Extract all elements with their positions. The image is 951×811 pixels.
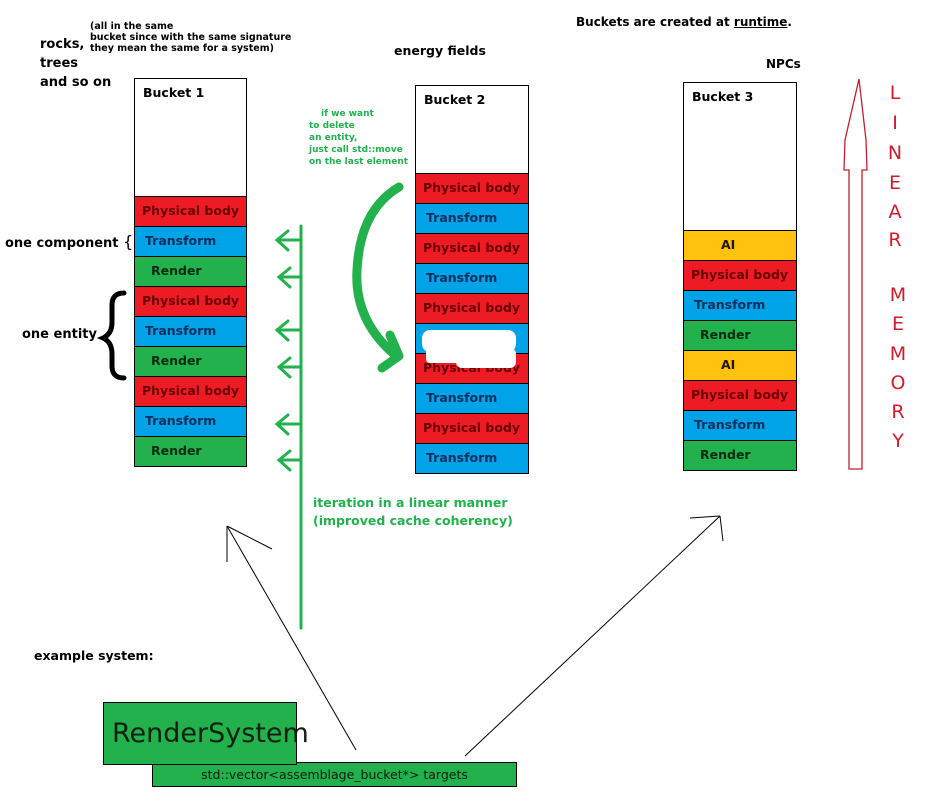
component-physical: Physical body <box>135 376 246 406</box>
example-system-label: example system: <box>34 648 154 663</box>
memory-letter: E <box>891 313 904 335</box>
delete-note-line: an entity, <box>309 133 358 143</box>
component-transform: Transform <box>416 263 528 293</box>
linear-letter: L <box>889 82 901 104</box>
component-render: Render <box>135 256 246 286</box>
redaction-scribble <box>456 348 516 368</box>
buckets-runtime-suffix: . <box>787 15 792 29</box>
component-physical: Physical body <box>416 413 528 443</box>
render-system-box: RenderSystem <box>103 702 309 765</box>
component-stack: Physical body Transform Render Physical bod… <box>135 196 246 466</box>
component-transform: Transform <box>416 383 528 413</box>
memory-letter: Y <box>892 430 904 452</box>
same-bucket-note-line: they mean the same for a system) <box>90 43 274 54</box>
bucket-title: Bucket 1 <box>143 85 205 100</box>
component-physical: Physical body <box>135 286 246 316</box>
energy-fields-label: energy fields <box>394 43 486 58</box>
npcs-label: NPCs <box>766 57 801 71</box>
buckets-runtime-note: Buckets are created at runtime. <box>576 15 792 29</box>
linear-letter: R <box>888 229 902 251</box>
linear-letter: N <box>887 142 903 164</box>
component-render: Render <box>135 346 246 376</box>
component-physical: Physical body <box>684 260 796 290</box>
component-transform: Transform <box>416 203 528 233</box>
component-transform: Transform <box>684 290 796 320</box>
move-arrow-icon <box>352 182 404 373</box>
component-transform: Transform <box>135 226 246 256</box>
same-bucket-note-line: bucket since with the same signature <box>90 32 292 43</box>
bucket-3: Bucket 3 AI Physical body Transform Render A… <box>683 82 797 471</box>
iteration-note: iteration in a linear manner (improved c… <box>313 494 513 530</box>
buckets-runtime-prefix: Buckets are created at <box>576 15 734 29</box>
arrow-left-icon <box>274 319 303 342</box>
arrow-left-icon <box>276 356 303 379</box>
component-physical: Physical body <box>416 293 528 323</box>
component-transform: Transform <box>684 410 796 440</box>
component-physical: Physical body <box>684 380 796 410</box>
component-transform: Transform <box>135 316 246 346</box>
component-render: Render <box>684 440 796 470</box>
one-component-brace: { <box>123 232 134 251</box>
same-bucket-note-line: (all in the same <box>90 21 174 32</box>
linear-letter: E <box>888 172 901 194</box>
one-entity-label: one entity <box>22 327 97 342</box>
component-physical: Physical body <box>416 173 528 203</box>
memory-letter: M <box>889 343 907 365</box>
same-bucket-note: (all in the same bucket since with the s… <box>90 21 291 54</box>
component-ai: AI <box>684 350 796 380</box>
memory-letter: M <box>889 284 907 306</box>
iteration-note-line: iteration in a linear manner <box>313 495 508 510</box>
memory-letter: R <box>891 401 905 423</box>
one-component-label: one component { <box>5 232 133 251</box>
arrow-left-icon <box>276 266 303 289</box>
component-ai: AI <box>684 230 796 260</box>
delete-note-line: if we want <box>321 109 374 119</box>
linear-memory-arrow-icon <box>843 78 868 470</box>
and-so-on-line: and so on <box>40 75 112 90</box>
component-stack: AI Physical body Transform Render AI Physical… <box>684 230 796 470</box>
runtime-word: runtime <box>733 15 788 29</box>
delete-note-line: just call std::move <box>309 145 403 155</box>
component-transform: Transform <box>135 406 246 436</box>
linear-letter: I <box>892 112 898 134</box>
component-physical: Physical body <box>135 196 246 226</box>
component-render: Render <box>684 320 796 350</box>
delete-entity-note: if we want to delete an entity, just cal… <box>309 108 408 168</box>
one-component-text: one component <box>5 236 119 251</box>
iteration-note-line: (improved cache coherency) <box>313 513 513 528</box>
arrow-left-icon <box>276 449 303 472</box>
delete-note-line: to delete <box>309 121 355 131</box>
trees-line: trees <box>40 56 78 71</box>
bucket-title: Bucket 3 <box>692 89 754 104</box>
bucket-1: Bucket 1 Physical body Transform Render Phy… <box>134 78 247 467</box>
component-render: Render <box>135 436 246 466</box>
bucket-title: Bucket 2 <box>424 92 486 107</box>
component-stack: Physical body Transform Physical body Trans… <box>416 173 528 473</box>
memory-letter: O <box>890 372 906 394</box>
arrow-left-icon <box>274 413 303 436</box>
delete-note-line: on the last element <box>309 157 409 167</box>
iteration-arrows-icon <box>274 224 303 630</box>
targets-member: std::vector<assemblage_bucket*> targets <box>152 762 517 787</box>
target-arrow-right-icon <box>464 515 724 757</box>
entity-brace-icon <box>96 290 127 381</box>
linear-letter: A <box>888 201 902 223</box>
arrow-left-icon <box>274 229 303 252</box>
bucket-2: Bucket 2 Physical body Transform Physical … <box>415 85 529 474</box>
component-physical: Physical body <box>416 233 528 263</box>
component-transform: Transform <box>416 443 528 473</box>
